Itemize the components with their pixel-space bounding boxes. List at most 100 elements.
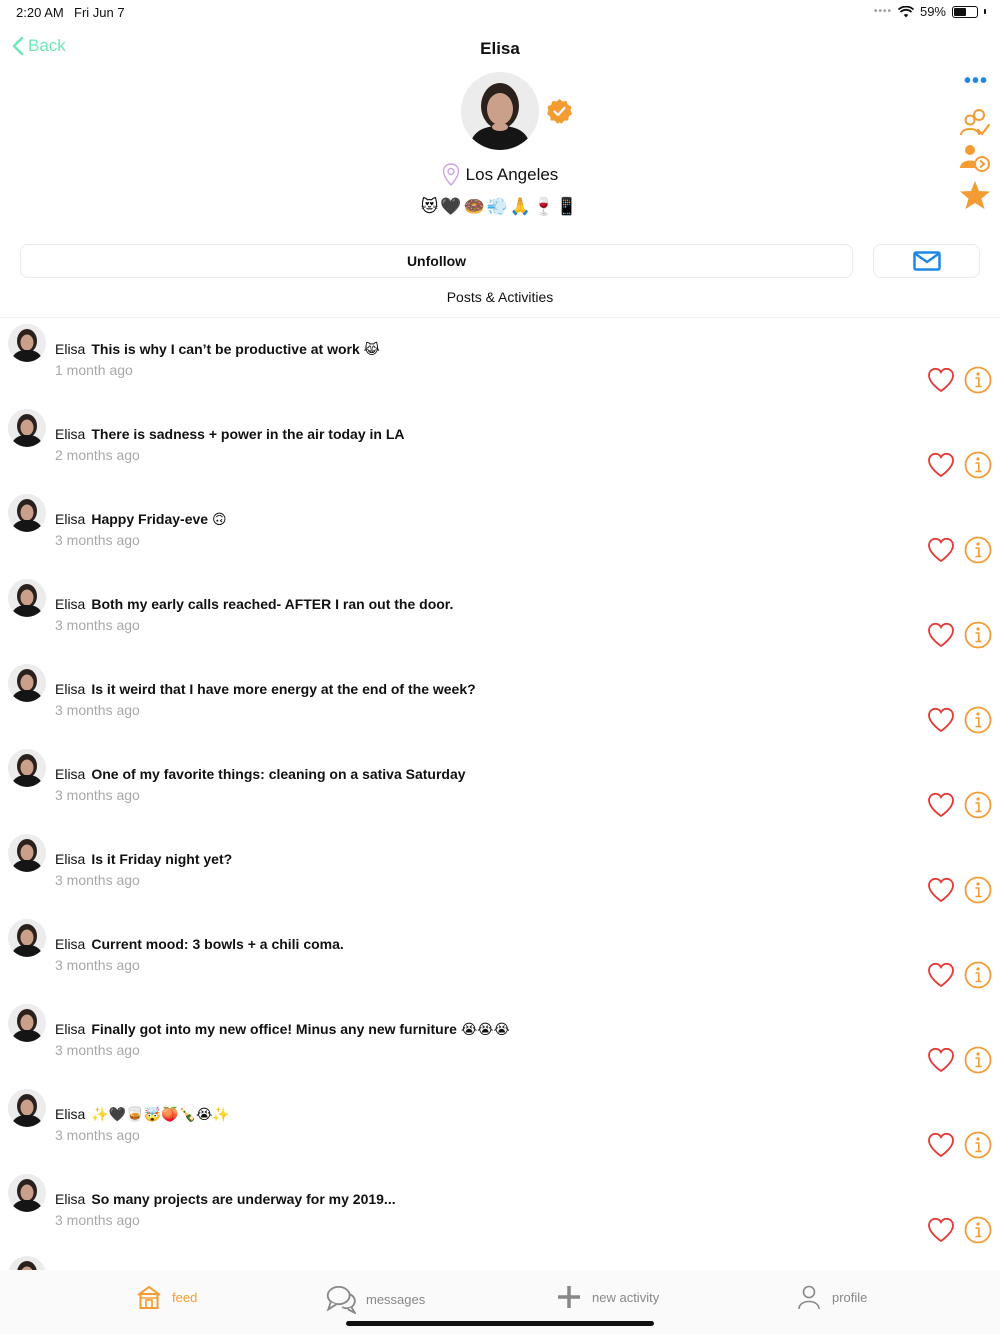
info-icon[interactable] (964, 1046, 992, 1074)
post-avatar[interactable] (8, 324, 46, 362)
tab-feed[interactable]: feed (136, 1284, 197, 1310)
heart-icon[interactable] (927, 367, 955, 393)
post-item[interactable]: Elisa Happy Friday-eve 🙃 3 months ago (0, 488, 1000, 573)
post-item[interactable]: Elisa ✨🖤🥃🤯🍑🍾😭✨ 3 months ago (0, 1083, 1000, 1168)
info-icon[interactable] (964, 1216, 992, 1244)
heart-icon[interactable] (927, 1132, 955, 1158)
heart-icon[interactable] (927, 1047, 955, 1073)
info-icon[interactable] (964, 791, 992, 819)
info-icon[interactable] (964, 621, 992, 649)
post-line: Elisa So many projects are underway for m… (55, 1191, 396, 1207)
location-pin-icon (442, 163, 459, 187)
post-avatar[interactable] (8, 749, 46, 787)
post-item[interactable]: Elisa One of my favorite things: cleaning… (0, 743, 1000, 828)
heart-icon[interactable] (927, 962, 955, 988)
heart-icon[interactable] (927, 1217, 955, 1243)
post-avatar[interactable] (8, 579, 46, 617)
post-text: Both my early calls reached- AFTER I ran… (91, 596, 454, 612)
friends-check-icon[interactable] (959, 108, 991, 138)
tab-messages[interactable]: messages (326, 1284, 425, 1314)
post-item[interactable]: Elisa Both my early calls reached- AFTER … (0, 573, 1000, 658)
post-item[interactable]: Elisa There is sadness + power in the air… (0, 403, 1000, 488)
post-text: There is sadness + power in the air toda… (91, 426, 405, 442)
info-icon[interactable] (964, 536, 992, 564)
post-text: Current mood: 3 bowls + a chili coma. (91, 936, 344, 952)
heart-icon[interactable] (927, 792, 955, 818)
status-indicators: •••• 59% (874, 4, 986, 19)
post-author: Elisa (55, 1021, 86, 1037)
section-title: Posts & Activities (446, 289, 554, 305)
partial-avatar (8, 1256, 46, 1270)
post-avatar[interactable] (8, 834, 46, 872)
page-title: Elisa (480, 39, 520, 58)
post-avatar[interactable] (8, 919, 46, 957)
post-item[interactable]: Elisa Is it weird that I have more energy… (0, 658, 1000, 743)
post-time: 3 months ago (55, 1212, 140, 1228)
chat-bubbles-icon (326, 1285, 356, 1314)
wifi-icon (897, 5, 914, 17)
post-time: 3 months ago (55, 617, 140, 633)
post-time: 3 months ago (55, 872, 140, 888)
tab-label: profile (832, 1289, 868, 1305)
heart-icon[interactable] (927, 537, 955, 563)
tab-profile[interactable]: profile (796, 1284, 867, 1310)
info-icon[interactable] (964, 961, 992, 989)
post-avatar[interactable] (8, 409, 46, 447)
home-indicator (346, 1321, 654, 1326)
post-time: 3 months ago (55, 1042, 140, 1058)
profile-location: Los Angeles (0, 163, 1000, 187)
post-author: Elisa (55, 1106, 86, 1122)
post-line: Elisa Is it Friday night yet? (55, 851, 232, 867)
more-dots-icon[interactable]: ••• (964, 70, 988, 93)
post-time: 3 months ago (55, 702, 140, 718)
post-item[interactable]: Elisa Is it Friday night yet? 3 months ago (0, 828, 1000, 913)
info-icon[interactable] (964, 451, 992, 479)
battery-percent: 59% (919, 4, 946, 19)
info-icon[interactable] (964, 366, 992, 394)
unfollow-button[interactable]: Unfollow (20, 244, 853, 278)
person-icon (798, 1285, 820, 1310)
heart-icon[interactable] (927, 452, 955, 478)
post-avatar[interactable] (8, 664, 46, 702)
heart-icon[interactable] (927, 707, 955, 733)
post-time: 2 months ago (55, 447, 140, 463)
plus-icon (558, 1286, 580, 1308)
post-line: Elisa Happy Friday-eve 🙃 (55, 511, 227, 528)
post-avatar[interactable] (8, 1004, 46, 1042)
location-text: Los Angeles (465, 165, 559, 184)
posts-list: Elisa This is why I can’t be productive a… (0, 318, 1000, 1253)
post-author: Elisa (55, 426, 86, 442)
heart-icon[interactable] (927, 622, 955, 648)
tab-label: new activity (592, 1289, 660, 1305)
heart-icon[interactable] (927, 877, 955, 903)
post-item[interactable]: Elisa This is why I can’t be productive a… (0, 318, 1000, 403)
battery-icon (952, 5, 978, 18)
post-avatar[interactable] (8, 1174, 46, 1212)
post-avatar[interactable] (8, 494, 46, 532)
verified-badge-icon (547, 99, 572, 124)
post-time: 3 months ago (55, 1127, 140, 1143)
post-author: Elisa (55, 851, 86, 867)
nav-bar: Back Elisa ••• (0, 30, 1000, 92)
post-line: Elisa ✨🖤🥃🤯🍑🍾😭✨ (55, 1106, 230, 1123)
tab-new-activity[interactable]: new activity (556, 1284, 659, 1310)
post-avatar[interactable] (8, 1089, 46, 1127)
post-item[interactable]: Elisa Current mood: 3 bowls + a chili com… (0, 913, 1000, 998)
status-time: 2:20 AM (16, 5, 64, 20)
post-line: Elisa Both my early calls reached- AFTER … (55, 596, 453, 612)
post-line: Elisa There is sadness + power in the air… (55, 426, 405, 442)
post-text: Finally got into my new office! Minus an… (91, 1021, 510, 1037)
post-line: Elisa Is it weird that I have more energy… (55, 681, 476, 697)
info-icon[interactable] (964, 876, 992, 904)
post-item[interactable]: Elisa So many projects are underway for m… (0, 1168, 1000, 1253)
post-item[interactable]: Elisa Finally got into my new office! Min… (0, 998, 1000, 1083)
post-time: 3 months ago (55, 787, 140, 803)
post-author: Elisa (55, 341, 86, 357)
post-author: Elisa (55, 596, 86, 612)
post-author: Elisa (55, 766, 86, 782)
message-button[interactable] (873, 244, 980, 278)
info-icon[interactable] (964, 1131, 992, 1159)
profile-avatar (461, 72, 539, 150)
info-icon[interactable] (964, 706, 992, 734)
post-text: ✨🖤🥃🤯🍑🍾😭✨ (91, 1106, 230, 1122)
